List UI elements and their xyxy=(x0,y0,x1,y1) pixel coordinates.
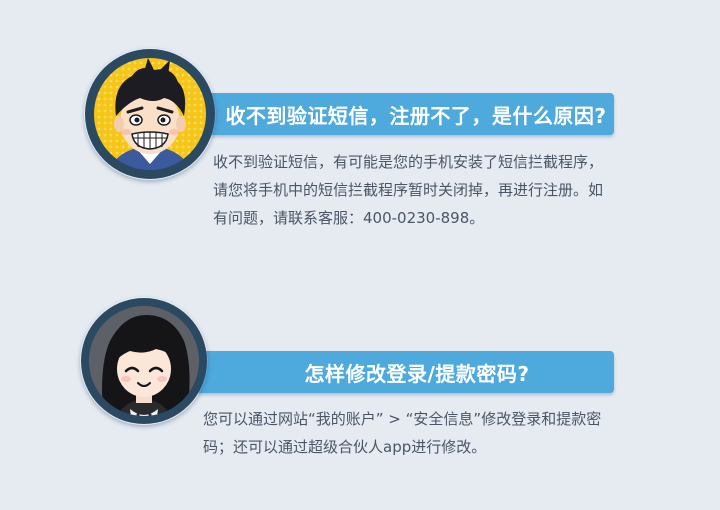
answer-text-1: 收不到验证短信，有可能是您的手机安装了短信拦截程序，请您将手机中的短信拦截程序暂… xyxy=(213,153,604,227)
question-banner-2: 怎样修改登录/提款密码? xyxy=(196,351,614,393)
question-text-2: 怎样修改登录/提款密码? xyxy=(304,361,530,386)
answer-text-2: 您可以通过网站“我的账户” > “安全信息”修改登录和提款密码；还可以通过超级合… xyxy=(203,410,602,456)
question-banner-1: 收不到验证短信，注册不了，是什么原因? xyxy=(196,93,614,135)
boy-avatar-icon xyxy=(84,48,216,180)
question-text-1: 收不到验证短信，注册不了，是什么原因? xyxy=(225,103,607,128)
girl-avatar-icon xyxy=(80,297,208,425)
